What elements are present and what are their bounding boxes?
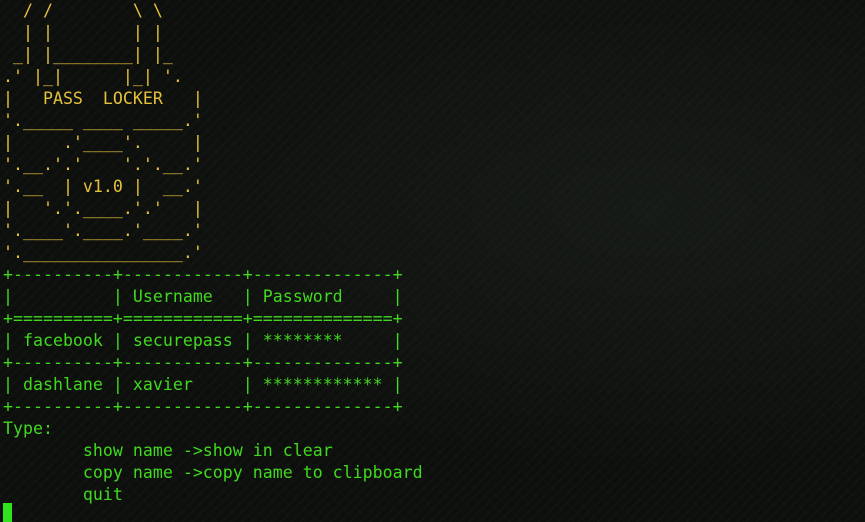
banner-line: '.__.'.' '.'.__.' [3, 155, 203, 174]
table-border: +----------+------------+--------------+ [3, 265, 403, 284]
banner-line: '._____ ____ _____.' [3, 111, 203, 130]
table-border: +----------+------------+--------------+ [3, 353, 403, 372]
banner-line: '.________________.' [3, 243, 203, 262]
help-title: Type: [3, 419, 53, 438]
terminal-window[interactable]: / / \ \ | | | | _| |________| |_ .' |_| … [3, 0, 863, 522]
terminal-cursor[interactable] [3, 503, 12, 522]
banner-line: / / \ \ [3, 1, 163, 20]
help-command-show: show name ->show in clear [3, 441, 333, 460]
banner-version-line: '.__ | v1.0 | __.' [3, 177, 203, 196]
banner-line: | | | | [3, 23, 163, 42]
table-border: +----------+------------+--------------+ [3, 397, 403, 416]
table-row: | facebook | securepass | ******** | [3, 331, 403, 350]
banner-line: _| |________| |_ [3, 45, 173, 64]
banner-line: .' |_| |_| '. [3, 67, 183, 86]
help-command-copy: copy name ->copy name to clipboard [3, 463, 423, 482]
table-row: | dashlane | xavier | ************ | [3, 375, 403, 394]
banner-title-line: | PASS LOCKER | [3, 89, 203, 108]
banner-line: '.____'.____.'____.' [3, 221, 203, 240]
table-header-row: | | Username | Password | [3, 287, 403, 306]
banner-line: | .'____'. | [3, 133, 203, 152]
help-command-quit: quit [3, 485, 123, 504]
table-header-separator: +==========+============+==============+ [3, 309, 403, 328]
banner-line: | '.'.____.'.' | [3, 199, 203, 218]
